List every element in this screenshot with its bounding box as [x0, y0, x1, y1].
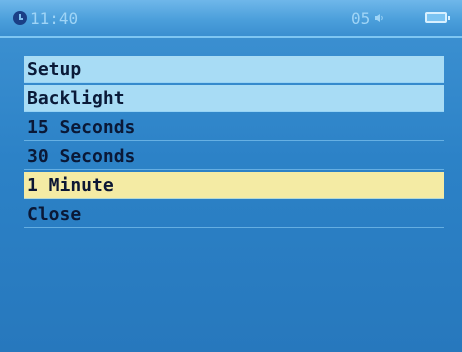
status-bar: 11:40 05 — [0, 0, 462, 38]
clock-icon — [13, 11, 27, 25]
menu-item-close[interactable]: Close — [24, 201, 444, 228]
volume-level: 05 — [351, 9, 371, 28]
speaker-icon — [375, 14, 383, 22]
device-screen: 11:40 05 Setup Backlight 15 Seconds 30 S… — [0, 0, 462, 352]
menu-item-1-minute[interactable]: 1 Minute — [24, 172, 444, 199]
backlight-menu: Setup Backlight 15 Seconds 30 Seconds 1 … — [24, 56, 444, 230]
time-display: 11:40 — [30, 9, 79, 28]
menu-title-setup: Setup — [24, 56, 444, 83]
menu-item-15-seconds[interactable]: 15 Seconds — [24, 114, 444, 141]
menu-item-30-seconds[interactable]: 30 Seconds — [24, 143, 444, 170]
menu-subtitle-backlight: Backlight — [24, 85, 444, 112]
battery-icon — [425, 12, 450, 23]
